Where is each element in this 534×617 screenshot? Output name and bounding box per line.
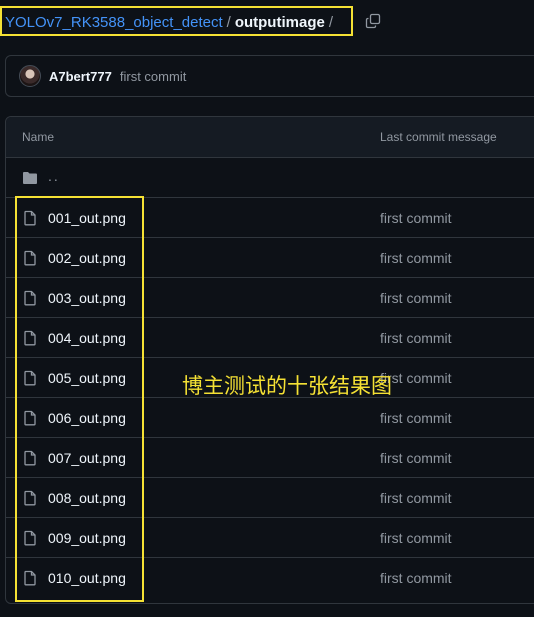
table-row[interactable]: 003_out.png first commit <box>6 278 534 318</box>
file-icon <box>24 410 36 426</box>
table-row[interactable]: 002_out.png first commit <box>6 238 534 278</box>
file-name-link[interactable]: 003_out.png <box>48 290 126 306</box>
file-name-link[interactable]: 008_out.png <box>48 490 126 506</box>
file-name-link[interactable]: 001_out.png <box>48 210 126 226</box>
commit-message-link[interactable]: first commit <box>380 290 452 306</box>
table-row[interactable]: 009_out.png first commit <box>6 518 534 558</box>
file-icon <box>24 370 36 386</box>
file-name-link[interactable]: 002_out.png <box>48 250 126 266</box>
table-row[interactable]: 004_out.png first commit <box>6 318 534 358</box>
folder-icon <box>23 172 37 184</box>
breadcrumb-trailing-separator: / <box>328 13 333 31</box>
copy-path-button[interactable] <box>362 10 384 32</box>
file-icon <box>24 450 36 466</box>
file-name-link[interactable]: 005_out.png <box>48 370 126 386</box>
file-icon <box>24 250 36 266</box>
file-icon <box>24 290 36 306</box>
avatar[interactable] <box>19 65 41 87</box>
commit-author[interactable]: A7bert777 <box>49 69 112 84</box>
latest-commit-bar: A7bert777 first commit <box>5 55 534 97</box>
breadcrumb-current-folder: outputimage <box>234 13 325 31</box>
file-icon <box>24 530 36 546</box>
file-icon <box>24 490 36 506</box>
column-header-name: Name <box>22 130 55 144</box>
table-row[interactable]: 001_out.png first commit <box>6 198 534 238</box>
column-header-last-commit: Last commit message <box>380 130 497 144</box>
file-icon <box>24 210 36 226</box>
commit-message-link[interactable]: first commit <box>380 330 452 346</box>
file-name-link[interactable]: 007_out.png <box>48 450 126 466</box>
breadcrumb-repo-link[interactable]: YOLOv7_RK3588_object_detect <box>5 14 223 31</box>
table-row[interactable]: 006_out.png first commit <box>6 398 534 438</box>
commit-message-link[interactable]: first commit <box>380 210 452 226</box>
commit-message-link[interactable]: first commit <box>380 570 452 586</box>
file-table: Name Last commit message .. 001_out.pngf… <box>5 116 534 604</box>
breadcrumb: YOLOv7_RK3588_object_detect / outputimag… <box>5 10 337 34</box>
commit-message-link[interactable]: first commit <box>380 410 452 426</box>
file-name-link[interactable]: 009_out.png <box>48 530 126 546</box>
file-icon <box>24 570 36 586</box>
table-row[interactable]: 010_out.png first commit <box>6 558 534 598</box>
table-header: Name Last commit message <box>6 117 534 158</box>
copy-icon <box>365 13 381 29</box>
file-name-link[interactable]: 006_out.png <box>48 410 126 426</box>
table-row[interactable]: 008_out.png first commit <box>6 478 534 518</box>
parent-directory-row[interactable]: .. <box>6 158 534 198</box>
breadcrumb-separator: / <box>226 13 231 31</box>
parent-directory-label[interactable]: .. <box>48 168 60 184</box>
table-row[interactable]: 007_out.png first commit <box>6 438 534 478</box>
file-name-link[interactable]: 010_out.png <box>48 570 126 586</box>
commit-message-link[interactable]: first commit <box>380 530 452 546</box>
annotation-text: 博主测试的十张结果图 <box>182 374 392 398</box>
commit-message-link[interactable]: first commit <box>380 250 452 266</box>
commit-message-link[interactable]: first commit <box>380 450 452 466</box>
commit-message-link[interactable]: first commit <box>380 490 452 506</box>
file-icon <box>24 330 36 346</box>
commit-message[interactable]: first commit <box>120 69 186 84</box>
file-name-link[interactable]: 004_out.png <box>48 330 126 346</box>
